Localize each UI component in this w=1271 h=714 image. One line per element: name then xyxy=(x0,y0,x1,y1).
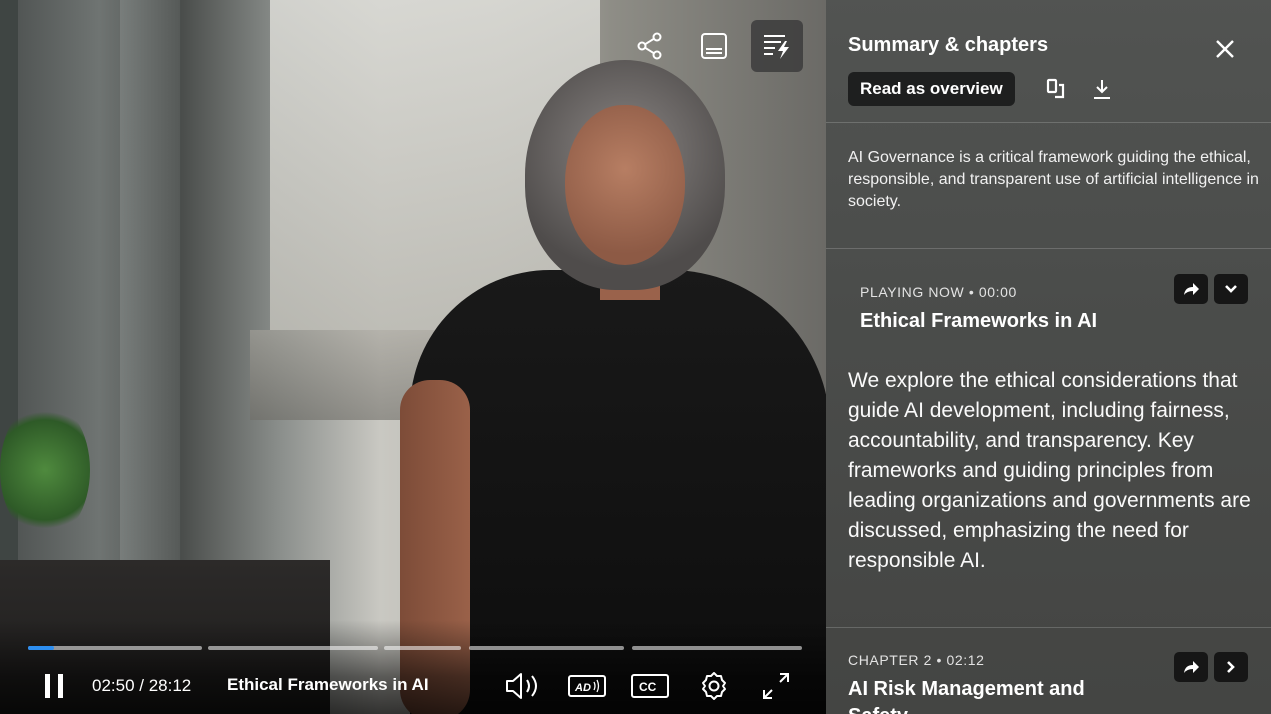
chapter-meta: CHAPTER 2 • 02:12 xyxy=(848,652,985,668)
download-icon xyxy=(1094,80,1110,99)
closed-captions-button[interactable]: CC xyxy=(630,668,670,704)
chapter-share-button[interactable] xyxy=(1174,652,1208,682)
audio-description-icon: AD xyxy=(568,675,606,697)
chapter-expand-button[interactable] xyxy=(1214,274,1248,304)
volume-icon xyxy=(506,673,537,699)
summary-chapters-icon xyxy=(764,35,789,59)
chevron-right-icon xyxy=(1227,661,1235,673)
divider xyxy=(826,627,1271,628)
summary-chapters-button[interactable] xyxy=(751,20,803,72)
pause-icon xyxy=(45,674,63,698)
time-display: 02:50 / 28:12 xyxy=(92,676,192,695)
fullscreen-button[interactable] xyxy=(756,668,796,704)
settings-button[interactable] xyxy=(694,668,734,704)
close-icon xyxy=(1216,40,1234,58)
close-button[interactable] xyxy=(1208,32,1242,66)
chapter-meta: PLAYING NOW • 00:00 xyxy=(860,284,1017,300)
share-button[interactable] xyxy=(624,20,676,72)
divider xyxy=(826,248,1271,249)
copy-button[interactable] xyxy=(1042,74,1070,104)
background-plant xyxy=(0,400,90,540)
chapter-title[interactable]: AI Risk Management and Safety xyxy=(848,676,1148,714)
fullscreen-icon xyxy=(763,673,789,699)
chapter-open-button[interactable] xyxy=(1214,652,1248,682)
progress-bar[interactable] xyxy=(28,646,802,650)
progress-segment[interactable] xyxy=(384,646,462,650)
transcript-icon xyxy=(701,33,727,59)
chevron-down-icon xyxy=(1225,285,1237,293)
panel-header: Summary & chapters Read as overview xyxy=(826,0,1271,123)
progress-fill xyxy=(28,646,54,650)
presenter-face xyxy=(565,105,685,265)
share-arrow-icon xyxy=(1184,661,1199,673)
audio-description-label: AD xyxy=(574,682,591,694)
closed-captions-label: CC xyxy=(639,680,657,694)
share-arrow-icon xyxy=(1184,283,1199,295)
panel-title: Summary & chapters xyxy=(848,34,1049,56)
progress-segment[interactable] xyxy=(469,646,624,650)
share-icon xyxy=(637,32,662,60)
transcript-button[interactable] xyxy=(688,20,740,72)
audio-description-button[interactable]: AD xyxy=(566,668,608,704)
chapter-share-button[interactable] xyxy=(1174,274,1208,304)
progress-segment[interactable] xyxy=(207,646,378,650)
current-chapter-label: Ethical Frameworks in AI xyxy=(227,675,429,694)
video-player[interactable]: 02:50 / 28:12 Ethical Frameworks in AI A… xyxy=(0,0,826,714)
progress-segment[interactable] xyxy=(631,646,802,650)
video-summary: AI Governance is a critical framework gu… xyxy=(848,149,1259,210)
chapter-title[interactable]: Ethical Frameworks in AI xyxy=(860,310,1097,333)
summary-chapters-panel: Summary & chapters Read as overview AI G… xyxy=(826,0,1271,714)
read-as-overview-button[interactable]: Read as overview xyxy=(848,72,1015,106)
closed-captions-icon: CC xyxy=(631,674,669,698)
settings-icon xyxy=(702,672,726,700)
progress-segment[interactable] xyxy=(28,646,203,650)
chapter-description: We explore the ethical considerations th… xyxy=(848,369,1251,572)
volume-button[interactable] xyxy=(502,668,544,704)
pause-button[interactable] xyxy=(36,668,72,704)
copy-icon xyxy=(1046,78,1065,99)
download-button[interactable] xyxy=(1088,74,1116,104)
